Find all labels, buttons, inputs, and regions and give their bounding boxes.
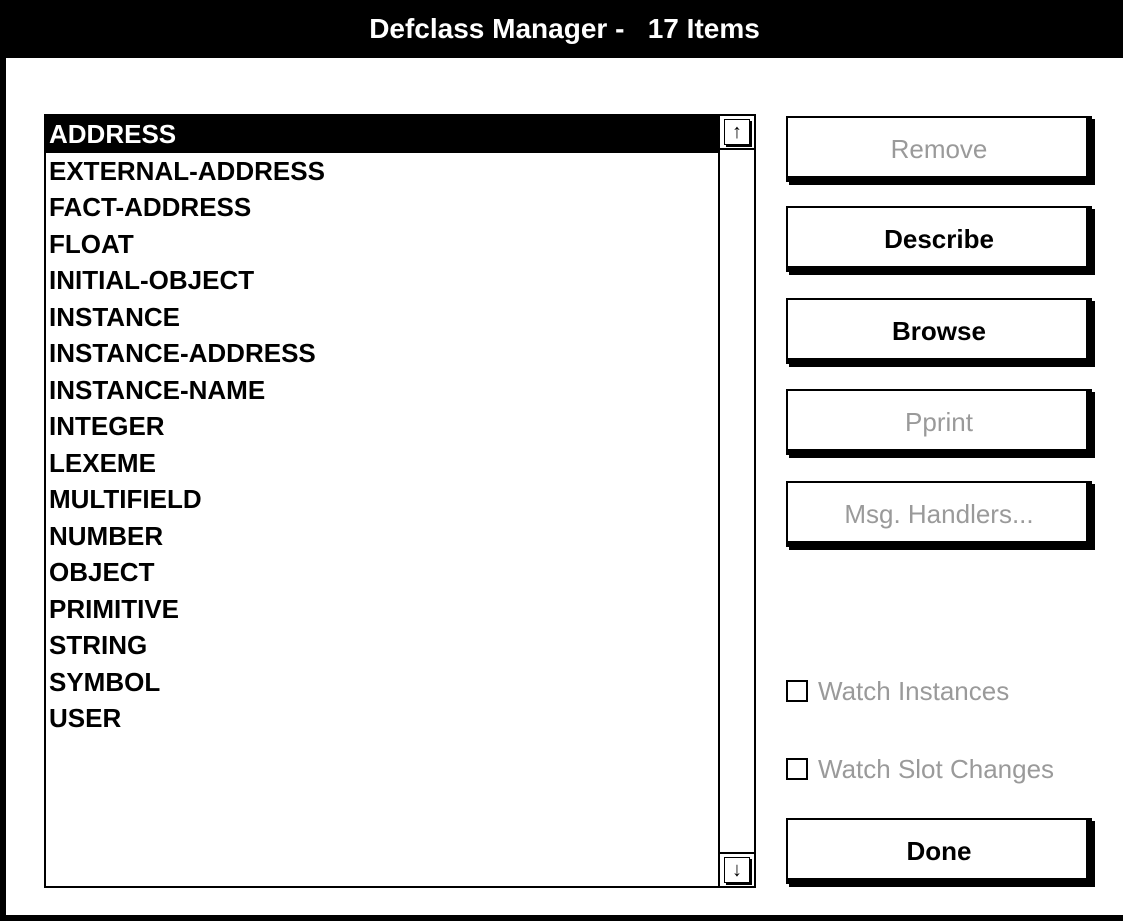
watch-instances-label: Watch Instances (818, 675, 1010, 706)
list-item[interactable]: LEXEME (46, 445, 718, 482)
list-item[interactable]: INTEGER (46, 408, 718, 445)
scroll-down-button[interactable]: ↓ (720, 852, 754, 886)
browse-button[interactable]: Browse (786, 298, 1092, 364)
watch-slot-changes-checkbox-row[interactable]: Watch Slot Changes (786, 752, 1054, 786)
describe-button[interactable]: Describe (786, 206, 1092, 272)
list-item[interactable]: OBJECT (46, 554, 718, 591)
list-item[interactable]: INSTANCE-NAME (46, 372, 718, 409)
watch-slot-changes-label: Watch Slot Changes (818, 753, 1055, 784)
watch-instances-checkbox[interactable] (786, 680, 808, 702)
list-item[interactable]: NUMBER (46, 518, 718, 555)
watch-slot-changes-checkbox[interactable] (786, 758, 808, 780)
watch-instances-checkbox-row[interactable]: Watch Instances (786, 674, 1009, 708)
pprint-button-label: Pprint (905, 406, 973, 437)
list-item[interactable]: EXTERNAL-ADDRESS (46, 153, 718, 190)
defclass-manager-window: Defclass Manager - 17 Items ADDRESS EXTER… (0, 0, 1123, 921)
scroll-up-button[interactable]: ↑ (720, 116, 754, 150)
list-item[interactable]: PRIMITIVE (46, 591, 718, 628)
list-item[interactable]: ADDRESS (46, 116, 718, 153)
window-title: Defclass Manager - 17 Items (369, 13, 760, 44)
arrow-up-icon: ↑ (724, 119, 750, 145)
list-items: ADDRESS EXTERNAL-ADDRESS FACT-ADDRESS FLOAT… (46, 116, 718, 737)
list-item[interactable]: INSTANCE (46, 299, 718, 336)
list-item[interactable]: STRING (46, 627, 718, 664)
msg-handlers-button[interactable]: Msg. Handlers... (786, 481, 1092, 547)
list-item[interactable]: SYMBOL (46, 664, 718, 701)
list-item[interactable]: INSTANCE-ADDRESS (46, 335, 718, 372)
title-bar: Defclass Manager - 17 Items (6, 0, 1123, 58)
list-item[interactable]: USER (46, 700, 718, 737)
list-item[interactable]: FLOAT (46, 226, 718, 263)
vertical-scrollbar[interactable]: ↑ ↓ (718, 116, 754, 886)
arrow-down-icon: ↓ (724, 857, 750, 883)
msg-handlers-button-label: Msg. Handlers... (844, 498, 1034, 529)
list-item[interactable]: INITIAL-OBJECT (46, 262, 718, 299)
describe-button-label: Describe (884, 223, 994, 254)
list-item[interactable]: MULTIFIELD (46, 481, 718, 518)
done-button[interactable]: Done (786, 818, 1092, 884)
remove-button-label: Remove (890, 133, 988, 164)
defclass-listbox[interactable]: ADDRESS EXTERNAL-ADDRESS FACT-ADDRESS FLOAT… (44, 114, 756, 888)
pprint-button[interactable]: Pprint (786, 389, 1092, 455)
done-button-label: Done (906, 835, 972, 866)
browse-button-label: Browse (892, 315, 986, 346)
remove-button[interactable]: Remove (786, 116, 1092, 182)
list-item[interactable]: FACT-ADDRESS (46, 189, 718, 226)
